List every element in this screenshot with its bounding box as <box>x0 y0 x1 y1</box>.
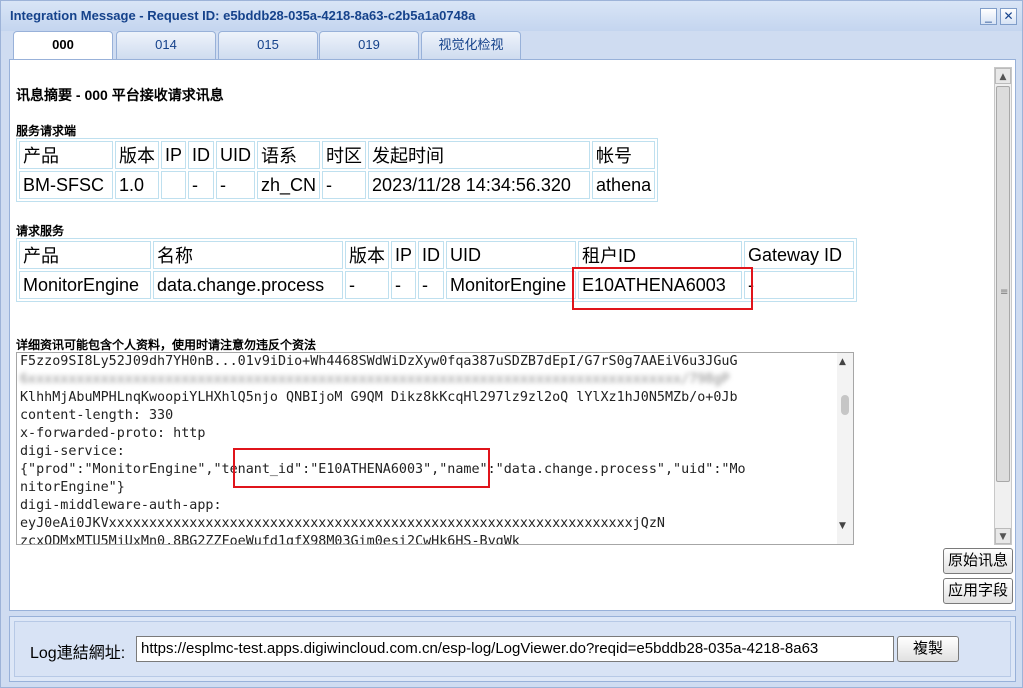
detail-line: eyJ0eAi0JKVxxxxxxxxxxxxxxxxxxxxxxxxxxxxx… <box>20 516 665 531</box>
copy-button[interactable]: 複製 <box>897 636 959 662</box>
tab-014[interactable]: 014 <box>116 31 216 59</box>
value-cell: 1.0 <box>115 171 159 199</box>
tab-000[interactable]: 000 <box>13 31 113 60</box>
value-cell: - <box>744 271 855 299</box>
header-cell: 名称 <box>153 241 343 269</box>
tenant-id-highlight <box>572 267 753 310</box>
minimize-button[interactable]: _ <box>980 8 997 25</box>
header-cell: ID <box>418 241 445 269</box>
value-cell: - <box>345 271 389 299</box>
detail-textarea[interactable]: F5zzo9SI8Ly52J09dh7YH0nB...01v9iDio+Wh44… <box>16 352 854 545</box>
header-cell: UID <box>446 241 577 269</box>
tab-visual-view[interactable]: 视觉化检视 <box>421 31 521 59</box>
value-cell: - <box>322 171 367 199</box>
value-cell: zh_CN <box>257 171 321 199</box>
integration-message-window: Integration Message - Request ID: e5bddb… <box>0 0 1023 688</box>
log-url-label: Log連結網址: <box>30 645 126 662</box>
value-cell <box>161 171 187 199</box>
detail-line: KlhhMjAbuMPHLnqKwoopiYLHXhlQ5njo QNBIjoM… <box>20 390 738 405</box>
log-footer: Log連結網址: https://esplmc-test.apps.digiwi… <box>9 616 1016 682</box>
value-cell: - <box>216 171 256 199</box>
close-button[interactable]: ✕ <box>1000 8 1017 25</box>
detail-line: F5zzo9SI8Ly52J09dh7YH0nB...01v9iDio+Wh44… <box>20 354 738 369</box>
scroll-up-icon[interactable]: ▲ <box>839 357 846 367</box>
header-cell: 时区 <box>322 141 367 169</box>
detail-line: digi-middleware-auth-app: <box>20 498 222 513</box>
header-cell: 产品 <box>19 141 113 169</box>
log-footer-inner: Log連結網址: https://esplmc-test.apps.digiwi… <box>14 621 1011 677</box>
content-scroll-thumb[interactable]: ≡ <box>996 86 1010 482</box>
table-header-row: 产品 名称 版本 IP ID UID 租户ID Gateway ID <box>19 241 855 269</box>
detail-line: content-length: 330 <box>20 408 174 423</box>
tenant-id-json-highlight <box>233 448 490 488</box>
service-section-title: 请求服务 <box>16 224 65 238</box>
header-cell: Gateway ID <box>744 241 855 269</box>
detail-section-title: 详细资讯可能包含个人资料，使用时请注意勿违反个资法 <box>16 338 317 352</box>
scroll-down-icon[interactable]: ▼ <box>995 528 1011 544</box>
header-cell: 产品 <box>19 241 151 269</box>
value-cell: MonitorEngine <box>446 271 577 299</box>
detail-line: 6xxxxxxxxxxxxxxxxxxxxxxxxxxxxxxxxxxxxxxx… <box>20 372 730 387</box>
header-cell: IP <box>391 241 417 269</box>
grip-icon: ≡ <box>1000 287 1009 298</box>
scroll-up-icon[interactable]: ▲ <box>995 68 1011 84</box>
requester-table: 产品 版本 IP ID UID 语系 时区 发起时间 帐号 BM-SFSC 1.… <box>16 138 659 202</box>
value-cell: - <box>391 271 417 299</box>
table-header-row: 产品 版本 IP ID UID 语系 时区 发起时间 帐号 <box>19 141 656 169</box>
value-cell: 2023/11/28 14:34:56.320 <box>368 171 591 199</box>
log-url-field[interactable]: https://esplmc-test.apps.digiwincloud.co… <box>136 636 894 662</box>
apply-fields-button[interactable]: 应用字段 <box>943 578 1013 604</box>
detail-scroll-thumb[interactable] <box>841 395 849 415</box>
requester-section-title: 服务请求端 <box>16 124 77 138</box>
value-cell: BM-SFSC <box>19 171 113 199</box>
value-cell: data.change.process <box>153 271 343 299</box>
value-cell: - <box>418 271 445 299</box>
header-cell: ID <box>188 141 215 169</box>
message-content-panel: 讯息摘要 - 000 平台接收请求讯息 服务请求端 产品 版本 IP ID UI… <box>9 59 1016 611</box>
detail-line: x-forwarded-proto: http <box>20 426 206 441</box>
header-cell: UID <box>216 141 256 169</box>
detail-line: zcxODMxMTU5MjUxMn0.8BG2ZZFoeWufd1gfX98M0… <box>20 534 520 545</box>
header-cell: 版本 <box>115 141 159 169</box>
value-cell: MonitorEngine <box>19 271 151 299</box>
title-bar[interactable]: Integration Message - Request ID: e5bddb… <box>1 1 1022 31</box>
summary-heading: 讯息摘要 - 000 平台接收请求讯息 <box>16 87 224 103</box>
raw-message-button[interactable]: 原始讯息 <box>943 548 1013 574</box>
header-cell: 发起时间 <box>368 141 591 169</box>
header-cell: 版本 <box>345 241 389 269</box>
value-cell: athena <box>592 171 656 199</box>
table-row: BM-SFSC 1.0 - - zh_CN - 2023/11/28 14:34… <box>19 171 656 199</box>
header-cell: 语系 <box>257 141 321 169</box>
tab-015[interactable]: 015 <box>218 31 318 59</box>
detail-scrollbar[interactable]: ▲ ▼ <box>837 353 853 544</box>
scroll-down-icon[interactable]: ▼ <box>839 521 846 531</box>
window-title: Integration Message - Request ID: e5bddb… <box>10 8 476 23</box>
header-cell: IP <box>161 141 187 169</box>
tab-019[interactable]: 019 <box>319 31 419 59</box>
header-cell: 租户ID <box>578 241 743 269</box>
value-cell: - <box>188 171 215 199</box>
header-cell: 帐号 <box>592 141 656 169</box>
content-scrollbar[interactable]: ▲ ≡ ▼ <box>994 67 1012 545</box>
